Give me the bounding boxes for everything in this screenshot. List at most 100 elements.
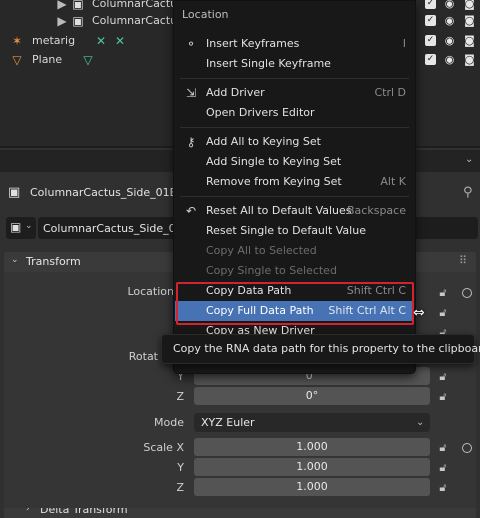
scale-y-field[interactable]: 1.000 [194, 458, 430, 476]
scale-x-field[interactable]: 1.000 [194, 438, 430, 456]
outliner-row-label: Plane [32, 53, 63, 66]
mode-label: Mode [154, 416, 184, 429]
checkbox-icon[interactable]: ✓ [425, 15, 436, 26]
menu-separator [180, 78, 409, 79]
camera-icon[interactable]: ◙ [463, 14, 476, 27]
object-name-value: ColumnarCactus_Side_01E [43, 222, 190, 235]
resize-cursor-icon: ⇔ [413, 305, 425, 321]
keying-set-icon: ⚷ [186, 135, 196, 149]
menu-item-add-single-to-keying-set[interactable]: Add Single to Keying Set [175, 152, 414, 172]
eye-icon[interactable]: ◉ [443, 34, 456, 47]
rotation-mode-value: XYZ Euler [201, 416, 255, 429]
chevron-down-icon: ⌄ [25, 221, 33, 231]
menu-item-label: Reset Single to Default Value [206, 224, 366, 237]
chevron-down-icon: ⌄ [416, 417, 425, 428]
menu-item-insert-single-keyframe[interactable]: Insert Single Keyframe [175, 54, 414, 74]
keyframe-insert-icon: ⚬ [185, 37, 197, 51]
chevron-down-icon: ⌄ [11, 255, 19, 265]
menu-separator [180, 196, 409, 197]
camera-icon[interactable]: ◙ [463, 0, 476, 10]
drag-handle-icon[interactable]: ⠿ [459, 254, 467, 267]
menu-item-label: Remove from Keying Set [206, 175, 342, 188]
keyframe-dot-icon[interactable] [462, 443, 472, 453]
expand-arrow-icon[interactable]: ▶ [55, 14, 69, 28]
lock-icon[interactable]: 🔓︎ [436, 370, 450, 384]
scale-z-label: Z [176, 481, 184, 494]
panel-title: Delta Transform [40, 508, 128, 516]
object-icon: ▣ [72, 14, 84, 28]
object-icon: ▣ [10, 220, 22, 234]
camera-icon[interactable]: ◙ [463, 53, 476, 66]
menu-item-shortcut: Backspace [347, 204, 406, 217]
keyframe-dot-icon[interactable] [462, 288, 472, 298]
menu-separator [180, 127, 409, 128]
lock-icon[interactable]: 🔓︎ [436, 461, 450, 475]
chevron-right-icon: › [26, 508, 30, 514]
delta-transform-panel-header[interactable]: › Delta Transform [4, 508, 476, 518]
pin-icon[interactable]: ⚲ [463, 185, 473, 200]
rotation-mode-select[interactable]: XYZ Euler ⌄ [194, 413, 430, 432]
outliner-row-label: ColumnarCactus [92, 0, 183, 10]
menu-item-label: Add Driver [206, 86, 265, 99]
menu-item-label: Copy Single to Selected [206, 264, 337, 277]
menu-item-copy-single-to-selected: Copy Single to Selected [175, 261, 414, 281]
camera-icon[interactable]: ◙ [463, 34, 476, 47]
object-icon: ▣ [72, 0, 84, 11]
menu-item-add-driver[interactable]: ⇲ Add Driver Ctrl D [175, 83, 414, 103]
object-browse-button[interactable]: ▣ ⌄ [6, 217, 36, 239]
menu-item-shortcut: Alt K [380, 175, 406, 188]
outliner-row-label: metarig [32, 34, 76, 47]
menu-item-reset-single-to-default[interactable]: Reset Single to Default Value [175, 221, 414, 241]
tooltip-text: Copy the RNA data path for this property… [173, 342, 480, 355]
eye-icon[interactable]: ◉ [443, 0, 456, 10]
rotation-z-field[interactable]: 0° [194, 387, 430, 405]
menu-item-remove-from-keying-set[interactable]: Remove from Keying Set Alt K [175, 172, 414, 192]
driver-icon: ⇲ [185, 86, 197, 100]
rotation-label: Rotat [128, 350, 158, 363]
menu-item-label: Copy All to Selected [206, 244, 317, 257]
pose-icon[interactable]: ✕ [94, 34, 108, 48]
eye-icon[interactable]: ◉ [443, 14, 456, 27]
menu-item-reset-all-to-default[interactable]: ↶ Reset All to Default Values Backspace [175, 201, 414, 221]
annotation-highlight-box [176, 282, 414, 325]
menu-item-label: Insert Single Keyframe [206, 57, 331, 70]
lock-icon[interactable]: 🔓︎ [436, 441, 450, 455]
menu-item-open-drivers-editor[interactable]: Open Drivers Editor [175, 103, 414, 123]
rotation-z-label: Z [176, 390, 184, 403]
lock-icon[interactable]: 🔓︎ [436, 481, 450, 495]
mesh-data-icon[interactable]: ▽ [81, 53, 95, 67]
object-icon: ▣ [8, 185, 21, 200]
scale-z-field[interactable]: 1.000 [194, 478, 430, 496]
lock-icon[interactable]: 🔓︎ [436, 306, 450, 320]
menu-item-label: Reset All to Default Values [206, 204, 352, 217]
menu-item-label: Add Single to Keying Set [206, 155, 342, 168]
menu-title: Location [182, 8, 229, 21]
lock-icon[interactable]: 🔓︎ [436, 390, 450, 404]
lock-icon[interactable]: 🔓︎ [436, 286, 450, 300]
location-label: Location [127, 285, 174, 298]
scale-x-label: Scale X [143, 441, 184, 454]
tooltip: Copy the RNA data path for this property… [161, 334, 480, 364]
scale-y-label: Y [177, 461, 184, 474]
menu-item-copy-all-to-selected: Copy All to Selected [175, 241, 414, 261]
reset-icon: ↶ [185, 204, 197, 218]
menu-item-shortcut: I [402, 37, 406, 50]
checkbox-icon[interactable]: ✓ [425, 0, 436, 9]
menu-item-label: Add All to Keying Set [206, 135, 321, 148]
menu-item-insert-keyframes[interactable]: ⚬ Insert Keyframes I [175, 34, 414, 54]
menu-item-add-all-to-keying-set[interactable]: ⚷ Add All to Keying Set [175, 132, 414, 152]
armature-data-icon[interactable]: ✕ [113, 34, 127, 48]
context-menu: Location ⚬ Insert Keyframes I Insert Sin… [173, 0, 416, 374]
mesh-object-icon: ▽ [12, 53, 22, 67]
outliner-row-label: ColumnarCactus [92, 14, 183, 27]
panel-title: Transform [26, 255, 81, 268]
eye-icon[interactable]: ◉ [443, 53, 456, 66]
checkbox-icon[interactable]: ✓ [425, 54, 436, 65]
menu-item-shortcut: Ctrl D [374, 86, 406, 99]
menu-item-label: Insert Keyframes [206, 37, 300, 50]
armature-icon: ✶ [11, 34, 23, 48]
object-name: ColumnarCactus_Side_01E [30, 186, 177, 199]
expand-arrow-icon[interactable]: ▶ [55, 0, 69, 11]
checkbox-icon[interactable]: ✓ [425, 35, 436, 46]
chevron-down-icon[interactable]: ⌄ [465, 154, 473, 165]
